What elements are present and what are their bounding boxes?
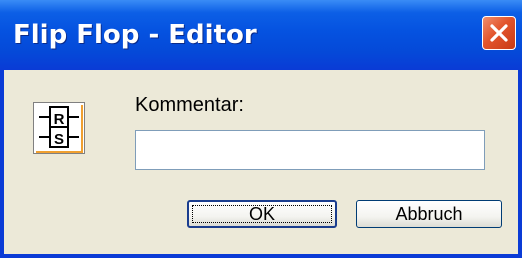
comment-label: Kommentar: bbox=[135, 94, 244, 116]
ok-button-label: OK bbox=[248, 204, 275, 224]
title-bar[interactable]: Flip Flop - Editor bbox=[0, 0, 522, 70]
rs-flip-flop-icon: R S bbox=[33, 102, 85, 154]
ok-button[interactable]: OK bbox=[187, 200, 337, 228]
cancel-button[interactable]: Abbruch bbox=[356, 200, 502, 228]
comment-input[interactable] bbox=[135, 130, 485, 170]
close-button[interactable] bbox=[482, 16, 516, 50]
s-input-label: S bbox=[54, 131, 64, 148]
window-title: Flip Flop - Editor bbox=[13, 20, 257, 50]
close-icon bbox=[490, 24, 508, 42]
flip-flop-editor-dialog: Flip Flop - Editor R S Kommentar: OK Abb… bbox=[0, 0, 522, 258]
dialog-body: R S Kommentar: OK Abbruch bbox=[4, 70, 518, 254]
r-input-label: R bbox=[54, 111, 65, 128]
